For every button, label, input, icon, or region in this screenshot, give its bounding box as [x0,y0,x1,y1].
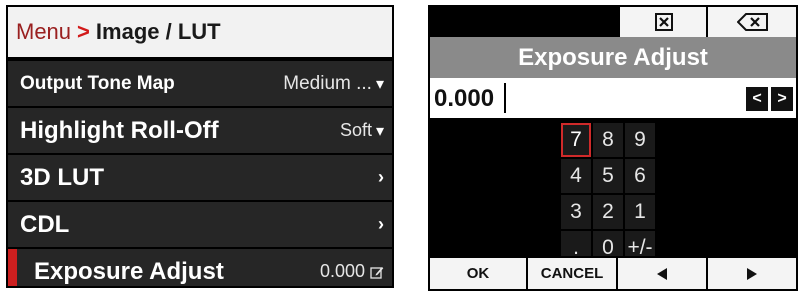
menu-row-highlight-roll-off[interactable]: Highlight Roll-Off Soft ▾ [8,106,392,153]
row-value-text: Soft [339,120,372,140]
value-input-text: 0.000 [434,85,495,112]
backspace-icon [737,13,768,31]
right-button[interactable] [708,258,796,289]
left-button[interactable] [618,258,706,289]
selection-marker [8,249,17,286]
key-6[interactable]: 6 [625,159,655,193]
menu-row-3d-lut[interactable]: 3D LUT › [8,153,392,200]
row-value: Soft ▾ [340,120,384,141]
menu-row-exposure-adjust[interactable]: Exposure Adjust 0.000 [8,247,392,286]
arrow-right-icon: › [378,167,384,187]
chevron-down-icon: ▾ [375,122,384,140]
menu-row-output-tone-map[interactable]: Output Tone Map Medium ... ▾ [8,59,392,106]
key-4[interactable]: 4 [561,159,591,193]
dialog-title: Exposure Adjust [430,37,796,78]
key-3[interactable]: 3 [561,195,591,229]
row-value-text: Medium ... [283,72,372,94]
cursor-right-button[interactable]: > [771,87,793,111]
row-value: 0.000 [320,261,384,282]
edit-icon [370,266,384,279]
cancel-button[interactable]: CANCEL [528,258,616,289]
top-toolbar [430,7,796,37]
bottom-button-bar: OK CANCEL [430,256,796,289]
exposure-adjust-keypad-panel: Exposure Adjust 0.000 < > 7 8 9 4 5 6 3 … [428,5,798,291]
row-label: 3D LUT [20,163,104,191]
row-label: CDL [20,210,70,238]
cursor-left-button[interactable]: < [746,87,768,111]
key-5[interactable]: 5 [593,159,623,193]
right-triangle-icon [747,267,757,280]
breadcrumb-separator-icon: > [77,19,90,44]
breadcrumb-page: Image / LUT [95,19,221,44]
cursor-right-icon: > [777,90,787,107]
row-label: Exposure Adjust [34,257,224,285]
text-cursor [504,83,506,113]
backspace-button[interactable] [706,7,796,37]
clear-button[interactable] [618,7,708,37]
cursor-left-icon: < [752,90,762,107]
ok-button[interactable]: OK [430,258,526,289]
row-value-text: 0.000 [319,261,365,281]
key-7[interactable]: 7 [561,123,591,157]
key-9[interactable]: 9 [625,123,655,157]
row-value: Medium ... ▾ [283,73,384,95]
key-2[interactable]: 2 [593,195,623,229]
row-label: Output Tone Map [20,72,175,94]
value-input[interactable]: 0.000 < > [430,78,796,120]
left-triangle-icon [657,267,667,280]
key-8[interactable]: 8 [593,123,623,157]
breadcrumb-menu[interactable]: Menu [16,19,71,45]
clear-x-icon [655,13,673,31]
key-1[interactable]: 1 [625,195,655,229]
arrow-right-icon: › [378,214,384,234]
menu-row-cdl[interactable]: CDL › [8,200,392,247]
image-lut-menu-panel: Menu > Image / LUT Output Tone Map Mediu… [6,5,394,288]
breadcrumb: Menu > Image / LUT [8,7,392,59]
chevron-down-icon: ▾ [375,75,384,93]
row-label: Highlight Roll-Off [20,116,219,144]
